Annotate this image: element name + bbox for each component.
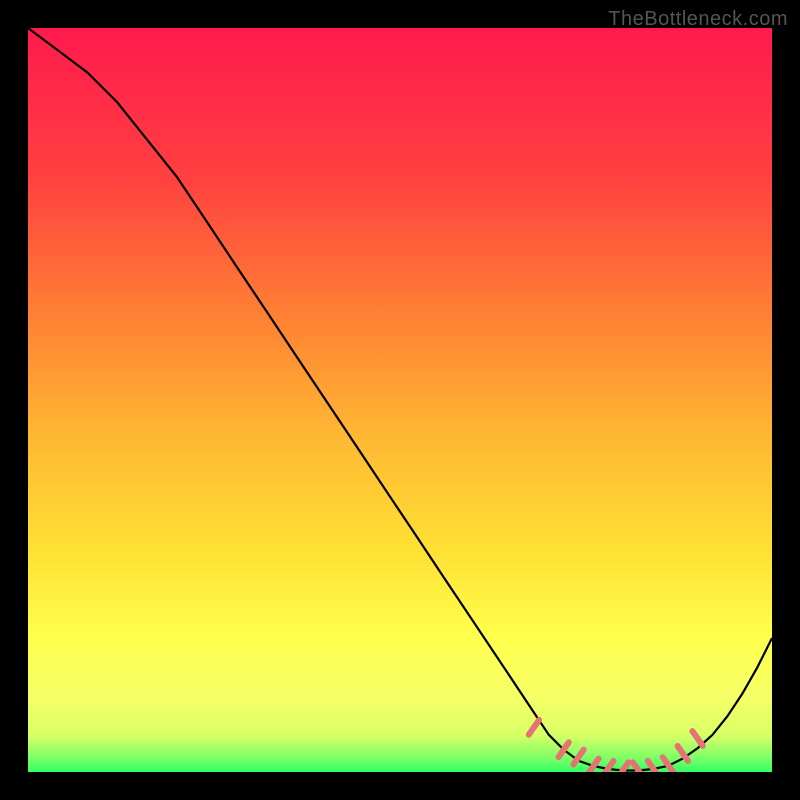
chart-gradient-background <box>28 28 772 772</box>
chart-plot-area <box>28 28 772 772</box>
chart-svg <box>28 28 772 772</box>
watermark-text: TheBottleneck.com <box>608 8 788 31</box>
